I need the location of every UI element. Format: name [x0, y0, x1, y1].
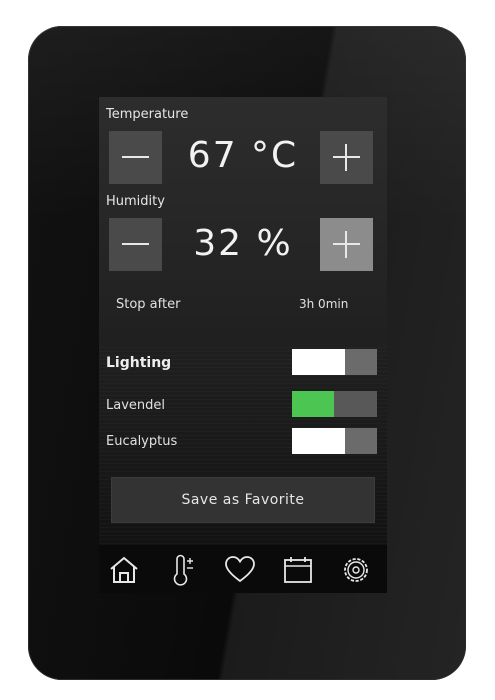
toggle-knob — [292, 391, 334, 417]
humidity-decrease-button[interactable] — [109, 218, 162, 271]
bottom-nav — [99, 545, 387, 593]
nav-schedule[interactable] — [281, 553, 315, 587]
calendar-icon — [284, 557, 312, 583]
nav-climate[interactable] — [165, 553, 199, 587]
stop-after-value[interactable]: 3h 0min — [299, 297, 348, 311]
home-icon — [110, 556, 138, 583]
heart-icon — [225, 556, 255, 583]
temperature-value: 67 °C — [187, 135, 299, 176]
nav-settings[interactable] — [339, 553, 373, 587]
minus-icon — [122, 243, 149, 245]
settings-icon — [344, 558, 368, 582]
thermometer-icon — [173, 554, 193, 586]
lighting-toggle[interactable] — [292, 349, 377, 375]
screen-texture — [99, 347, 387, 577]
temperature-increase-button[interactable] — [320, 131, 373, 184]
plus-icon — [345, 144, 347, 171]
lighting-label: Lighting — [106, 355, 172, 371]
nav-home[interactable] — [107, 553, 141, 587]
temperature-label: Temperature — [106, 107, 189, 122]
plus-icon — [345, 231, 347, 258]
humidity-label: Humidity — [106, 194, 165, 209]
eucalyptus-label: Eucalyptus — [106, 434, 178, 449]
humidity-value: 32 % — [193, 223, 293, 264]
temperature-decrease-button[interactable] — [109, 131, 162, 184]
humidity-increase-button[interactable] — [320, 218, 373, 271]
touch-screen: Temperature 67 °C Humidity 32 % Stop aft… — [99, 97, 387, 593]
lavendel-label: Lavendel — [106, 398, 166, 413]
minus-icon — [122, 156, 149, 158]
eucalyptus-toggle[interactable] — [292, 428, 377, 454]
nav-favorites[interactable] — [223, 553, 257, 587]
toggle-knob — [292, 349, 345, 375]
toggle-knob — [292, 428, 345, 454]
lavendel-toggle[interactable] — [292, 391, 377, 417]
save-favorite-button[interactable]: Save as Favorite — [111, 477, 375, 523]
stop-after-label: Stop after — [116, 297, 181, 312]
